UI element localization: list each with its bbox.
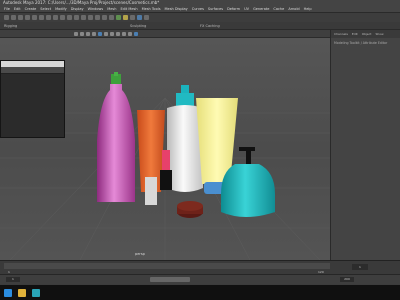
viewport-toolbar [0,30,330,38]
render-settings-icon[interactable] [109,15,114,20]
sign-in-icon[interactable] [144,15,149,20]
new-scene-icon[interactable] [4,15,9,20]
right-panel-title: Modeling Toolkit / Attribute Editor [334,41,388,45]
xray-icon[interactable] [128,31,132,36]
floating-window-body [1,74,64,78]
channel-box-tabs: Channels Edit Object Show [331,30,400,38]
smooth-shade-icon[interactable] [98,31,102,36]
grid-icon[interactable] [86,31,90,36]
history-icon[interactable] [88,15,93,20]
arnold-render-icon[interactable] [123,15,128,20]
render-icon[interactable] [95,15,100,20]
wireframe-icon[interactable] [92,31,96,36]
tab-fx-caching[interactable]: FX Caching [200,23,220,29]
workspace-icon[interactable] [137,15,142,20]
shelf-tabs: Rigging Sculpting FX Caching [0,22,400,30]
snap-point-icon[interactable] [74,15,79,20]
shadows-icon[interactable] [116,31,120,36]
perspective-viewport[interactable]: persp [0,38,330,260]
maya-icon[interactable] [32,288,40,297]
time-ruler[interactable] [4,263,330,269]
tab-rigging[interactable]: Rigging [4,23,17,29]
paint-select-icon[interactable] [53,15,58,20]
windows-taskbar [0,285,400,300]
snap-grid-icon[interactable] [60,15,65,20]
tab-edit[interactable]: Edit [352,30,358,38]
windows-start-icon[interactable] [4,288,12,297]
undo-icon[interactable] [25,15,30,20]
snap-surface-icon[interactable] [81,15,86,20]
ipr-render-icon[interactable] [102,15,107,20]
open-scene-icon[interactable] [11,15,16,20]
pink-pump-bottle [97,72,135,202]
image-plane-icon[interactable] [80,31,84,36]
save-scene-icon[interactable] [18,15,23,20]
redo-icon[interactable] [32,15,37,20]
floating-editor-window[interactable] [0,60,65,138]
panel-camera-label: persp [135,252,145,256]
isolate-select-icon[interactable] [122,31,126,36]
tab-show[interactable]: Show [375,30,383,38]
output-icon[interactable] [130,15,135,20]
time-slider[interactable]: 1 120 1 [0,260,400,274]
file-explorer-icon[interactable] [18,288,26,297]
snap-curve-icon[interactable] [67,15,72,20]
tab-channels[interactable]: Channels [334,30,348,38]
lip-balm-jar [177,201,203,218]
gamma-icon[interactable] [134,31,138,36]
lights-icon[interactable] [110,31,114,36]
camera-icon[interactable] [74,31,78,36]
hypershade-icon[interactable] [116,15,121,20]
attribute-editor-panel: Channels Edit Object Show Modeling Toolk… [330,30,400,260]
range-start-field[interactable]: 1 [6,277,20,282]
floating-window-toolbar [1,67,64,74]
range-end-field[interactable]: 200 [340,277,354,282]
tab-sculpting[interactable]: Sculpting [130,23,146,29]
range-handle[interactable] [150,277,190,282]
status-line-toolbar [0,12,400,22]
range-slider[interactable]: 1 200 [0,274,400,284]
textured-icon[interactable] [104,31,108,36]
select-icon[interactable] [39,15,44,20]
tab-object[interactable]: Object [362,30,372,38]
current-frame-field[interactable]: 1 [352,264,368,270]
lasso-icon[interactable] [46,15,51,20]
